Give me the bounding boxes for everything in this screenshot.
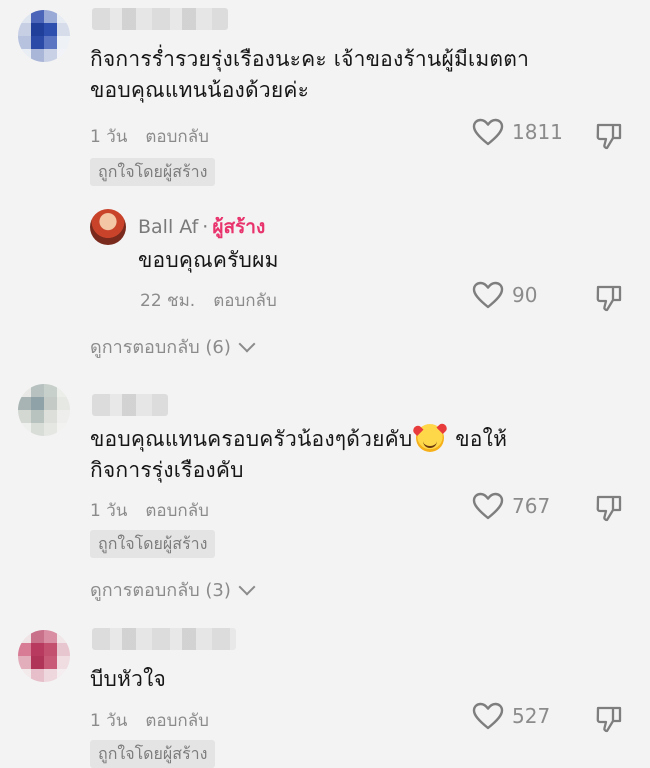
username-blurred[interactable] <box>92 394 168 416</box>
comment-text: บีบหัวใจ <box>90 667 167 691</box>
reply-meta: 22 ชม. ตอบกลับ <box>140 287 277 314</box>
dislike-icon[interactable] <box>594 493 624 523</box>
like-count: 767 <box>512 494 551 518</box>
like-button[interactable]: 90 <box>472 281 537 309</box>
reply-author-line: Ball Af · ผู้สร้าง <box>138 212 265 242</box>
comment-meta: 1 วัน ตอบกลับ <box>90 497 209 524</box>
avatar-pixels <box>18 384 70 436</box>
avatar[interactable] <box>18 384 70 436</box>
avatar-pixels <box>18 630 70 682</box>
dislike-icon[interactable] <box>594 704 624 734</box>
avatar[interactable] <box>18 10 70 62</box>
view-replies-label: ดูการตอบกลับ (6) <box>90 337 231 358</box>
comment-text-part-1: ขอบคุณแทนครอบครัวน้องๆด้วยคับ <box>90 427 413 451</box>
reply-button[interactable]: ตอบกลับ <box>213 287 277 314</box>
reply-text: ขอบคุณครับผม <box>138 248 279 272</box>
avatar-pixels <box>18 10 70 62</box>
comment-time: 1 วัน <box>90 711 128 731</box>
reply-time: 22 ชม. <box>140 291 196 311</box>
like-count: 1811 <box>512 120 563 144</box>
username-blurred[interactable] <box>92 8 228 30</box>
liked-by-creator-badge: ถูกใจโดยผู้สร้าง <box>90 158 216 186</box>
creator-label: ผู้สร้าง <box>212 216 266 238</box>
heart-icon <box>472 281 504 309</box>
like-button[interactable]: 527 <box>472 702 550 730</box>
comment-meta: 1 วัน ตอบกลับ <box>90 707 209 734</box>
heart-icon <box>472 492 504 520</box>
separator-dot: · <box>202 216 209 238</box>
comment-3: บีบหัวใจ 1 วัน ตอบกลับ 527 ถูกใจโดยผู้สร… <box>0 620 650 768</box>
comment-text: กิจการร่ำรวยรุ่งเรืองนะคะ เจ้าของร้านผู้… <box>90 47 530 102</box>
dislike-icon[interactable] <box>594 121 624 151</box>
reply-button[interactable]: ตอบกลับ <box>145 123 209 150</box>
liked-by-creator-badge: ถูกใจโดยผู้สร้าง <box>90 530 216 558</box>
comment-1: กิจการร่ำรวยรุ่งเรืองนะคะ เจ้าของร้านผู้… <box>0 0 650 200</box>
creator-reply: Ball Af · ผู้สร้าง ขอบคุณครับผม 22 ชม. ต… <box>0 200 650 320</box>
liked-by-creator-badge: ถูกใจโดยผู้สร้าง <box>90 740 216 768</box>
comment-time: 1 วัน <box>90 501 128 521</box>
comment-time: 1 วัน <box>90 127 128 147</box>
reply-button[interactable]: ตอบกลับ <box>145 707 209 734</box>
heart-icon <box>472 118 504 146</box>
like-count: 527 <box>512 704 551 728</box>
comment-meta: 1 วัน ตอบกลับ <box>90 123 209 150</box>
like-button[interactable]: 767 <box>472 492 550 520</box>
view-replies-button[interactable]: ดูการตอบกลับ (3) <box>90 575 256 604</box>
dislike-icon[interactable] <box>594 283 624 313</box>
comment-text: ขอบคุณแทนครอบครัวน้องๆด้วยคับ ขอให้กิจกา… <box>90 424 550 486</box>
smiling-face-with-hearts-icon <box>416 424 445 452</box>
avatar[interactable] <box>18 630 70 682</box>
reply-author-name[interactable]: Ball Af <box>138 216 198 238</box>
comment-2: ขอบคุณแทนครอบครัวน้องๆด้วยคับ ขอให้กิจกา… <box>0 380 650 580</box>
view-replies-button[interactable]: ดูการตอบกลับ (6) <box>90 332 256 361</box>
like-count: 90 <box>512 283 538 307</box>
heart-icon <box>472 702 504 730</box>
avatar[interactable] <box>90 209 126 245</box>
reply-button[interactable]: ตอบกลับ <box>145 497 209 524</box>
like-button[interactable]: 1811 <box>472 118 563 146</box>
chevron-down-icon <box>238 335 256 352</box>
username-blurred[interactable] <box>92 628 236 650</box>
view-replies-label: ดูการตอบกลับ (3) <box>90 580 231 601</box>
chevron-down-icon <box>238 578 256 595</box>
